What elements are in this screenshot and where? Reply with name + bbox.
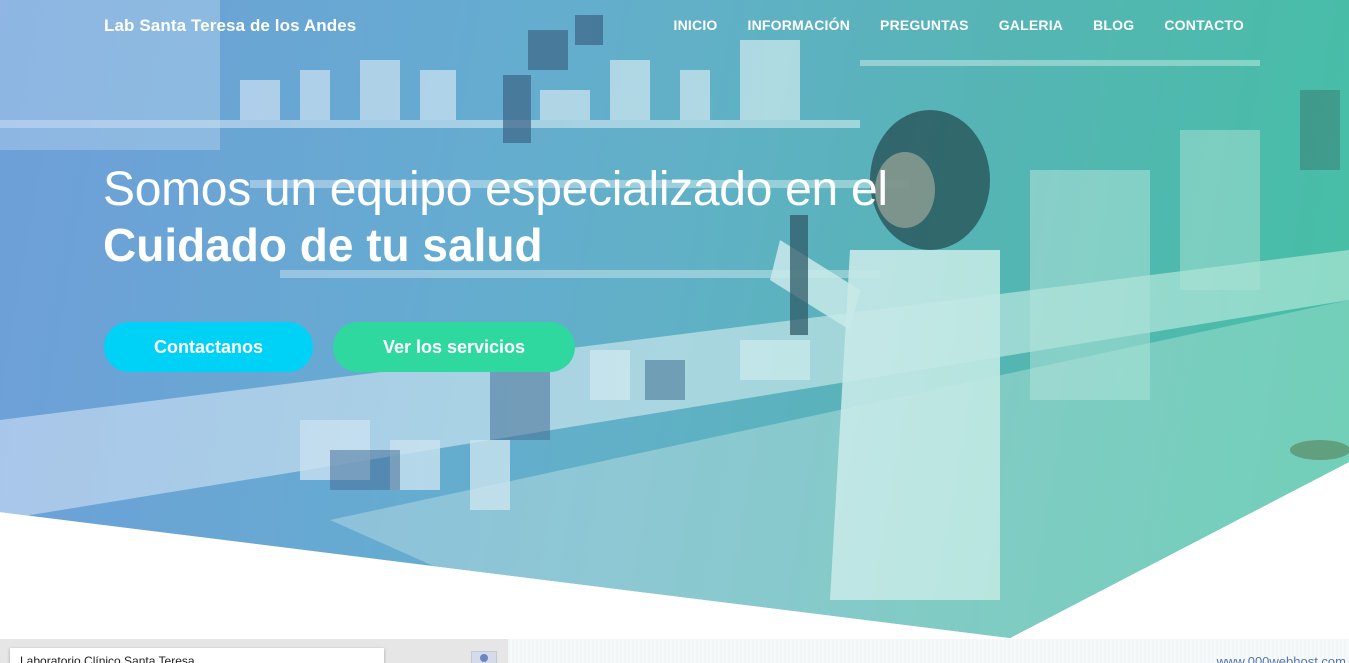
nav-galeria[interactable]: GALERIA <box>999 17 1063 33</box>
map-person-icon[interactable] <box>471 651 497 663</box>
headline-bold: Cuidado de tu salud <box>103 219 543 271</box>
main-nav: INICIO INFORMACIÓN PREGUNTAS GALERIA BLO… <box>674 17 1244 33</box>
nav-preguntas[interactable]: PREGUNTAS <box>880 17 969 33</box>
hero-gradient-overlay <box>0 0 1349 638</box>
host-watermark-link[interactable]: www.000webhost.com <box>1217 654 1346 663</box>
nav-inicio[interactable]: INICIO <box>674 17 718 33</box>
nav-contacto[interactable]: CONTACTO <box>1164 17 1244 33</box>
contact-button[interactable]: Contactanos <box>104 322 313 372</box>
hero-section: Lab Santa Teresa de los Andes INICIO INF… <box>0 0 1349 638</box>
nav-blog[interactable]: BLOG <box>1093 17 1134 33</box>
map-place-card[interactable]: Laboratorio Clínico Santa Teresa... <box>10 648 384 663</box>
brand-title[interactable]: Lab Santa Teresa de los Andes <box>104 16 356 36</box>
hero-headline: Somos un equipo especializado en el Cuid… <box>103 163 888 273</box>
nav-informacion[interactable]: INFORMACIÓN <box>748 17 851 33</box>
services-button[interactable]: Ver los servicios <box>333 322 575 372</box>
headline-light: Somos un equipo especializado en el <box>103 163 888 216</box>
